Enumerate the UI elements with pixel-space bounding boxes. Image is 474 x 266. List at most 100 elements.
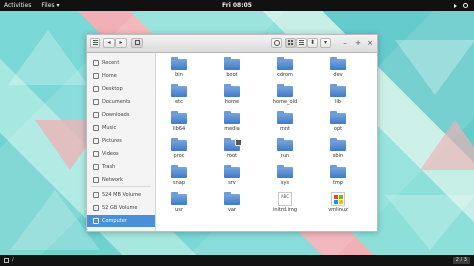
file-item[interactable]: usr xyxy=(159,192,199,216)
sidebar: Recent Home Desktop Documents Downloads Music… xyxy=(87,53,156,231)
list-view-icon xyxy=(299,40,304,45)
file-name: initrd.img xyxy=(272,207,298,213)
view-options-button[interactable]: ▾ xyxy=(320,38,331,48)
file-item[interactable]: etc xyxy=(159,84,199,108)
file-name: tmp xyxy=(332,180,343,186)
desktop-icon xyxy=(93,86,99,92)
folder-icon xyxy=(277,165,293,178)
folder-icon xyxy=(330,111,346,124)
folder-icon xyxy=(224,57,240,70)
file-item[interactable]: snap xyxy=(159,165,199,189)
maximize-button[interactable]: + xyxy=(353,38,363,48)
file-name: dev xyxy=(333,72,343,78)
sidebar-item-downloads[interactable]: Downloads xyxy=(87,109,155,121)
folder-icon xyxy=(171,57,187,70)
folder-icon xyxy=(224,111,240,124)
folder-icon xyxy=(171,84,187,97)
grid-view-button[interactable] xyxy=(285,38,296,48)
list-view-button[interactable] xyxy=(296,38,307,48)
file-item[interactable]: srv xyxy=(212,165,252,189)
sidebar-item-network[interactable]: Network xyxy=(87,174,155,186)
file-name: media xyxy=(224,126,240,132)
activities-button[interactable]: Activities xyxy=(4,0,31,11)
folder-icon xyxy=(277,138,293,151)
file-name: var xyxy=(227,207,237,213)
sidebar-item-videos[interactable]: Videos xyxy=(87,148,155,160)
sidebar-item-pictures[interactable]: Pictures xyxy=(87,135,155,147)
app-menu[interactable]: Files ▾ xyxy=(41,0,59,11)
file-item[interactable]: bin xyxy=(159,57,199,81)
close-button[interactable]: × xyxy=(365,38,375,48)
file-item[interactable]: sbin xyxy=(318,138,358,162)
sidebar-item-music[interactable]: Music xyxy=(87,122,155,134)
wallpaper-shape xyxy=(8,30,88,85)
forward-button[interactable]: ▸ xyxy=(115,38,127,48)
file-item[interactable]: lib xyxy=(318,84,358,108)
taskbar-item[interactable]: / xyxy=(4,255,14,266)
file-name: bin xyxy=(175,72,183,78)
file-item[interactable]: media xyxy=(212,111,252,135)
file-item[interactable]: lib64 xyxy=(159,111,199,135)
downloads-icon xyxy=(93,112,99,118)
sidebar-item-documents[interactable]: Documents xyxy=(87,96,155,108)
sidebar-item-trash[interactable]: Trash xyxy=(87,161,155,173)
file-item[interactable]: home xyxy=(212,84,252,108)
sidebar-item-label: Documents xyxy=(102,99,131,105)
path-bar-button[interactable] xyxy=(131,38,143,48)
path-icon xyxy=(134,40,140,45)
sidebar-item-52-gb-volume[interactable]: 52 GB Volume xyxy=(87,202,155,214)
folder-icon xyxy=(330,57,346,70)
file-name: home_old xyxy=(272,99,298,105)
file-name: srv xyxy=(228,180,236,186)
back-button[interactable]: ◂ xyxy=(103,38,115,48)
document-badge: ABC xyxy=(280,194,290,199)
sidebar-item-label: Desktop xyxy=(102,86,123,92)
file-item[interactable]: proc xyxy=(159,138,199,162)
menu-icon xyxy=(92,40,98,45)
sort-button[interactable]: ⬍ xyxy=(307,38,318,48)
document-icon: ABC xyxy=(278,192,292,206)
file-name: cdrom xyxy=(277,72,293,78)
minimize-button[interactable]: – xyxy=(340,38,350,48)
file-name: opt xyxy=(333,126,343,132)
file-item[interactable]: tmp xyxy=(318,165,358,189)
sidebar-menu-button[interactable] xyxy=(90,38,100,48)
file-item[interactable]: home_old xyxy=(265,84,305,108)
pictures-icon xyxy=(93,138,99,144)
sidebar-item-computer[interactable]: Computer xyxy=(87,215,155,227)
sidebar-item-recent[interactable]: Recent xyxy=(87,57,155,69)
file-name: mnt xyxy=(280,126,290,132)
sidebar-item-label: Home xyxy=(102,73,117,79)
file-item[interactable]: dev xyxy=(318,57,358,81)
file-item[interactable]: cdrom xyxy=(265,57,305,81)
file-item[interactable]: sys xyxy=(265,165,305,189)
file-item[interactable]: ABC initrd.img xyxy=(265,192,305,216)
file-item[interactable]: var xyxy=(212,192,252,216)
file-name: proc xyxy=(173,153,185,159)
sidebar-item-label: Downloads xyxy=(102,112,130,118)
file-item[interactable]: root xyxy=(212,138,252,162)
file-name: root xyxy=(226,153,238,159)
workspace-indicator[interactable]: 2 / 3 xyxy=(452,257,470,264)
folder-icon xyxy=(171,111,187,124)
sidebar-item-desktop[interactable]: Desktop xyxy=(87,83,155,95)
folder-icon xyxy=(171,165,187,178)
file-item[interactable]: run xyxy=(265,138,305,162)
sidebar-item-524-mb-volume[interactable]: 524 MB Volume xyxy=(87,189,155,201)
folder-icon xyxy=(224,138,242,151)
folder-icon xyxy=(224,165,240,178)
folder-icon xyxy=(224,84,240,97)
clock[interactable]: Fri 08:05 xyxy=(222,0,252,11)
chevron-down-icon: ▾ xyxy=(56,2,60,9)
search-icon xyxy=(273,40,280,46)
file-item[interactable]: vmlinuz xyxy=(318,192,358,216)
grid-view-icon xyxy=(288,40,293,45)
file-name: lib64 xyxy=(172,126,186,132)
search-button[interactable] xyxy=(271,38,282,48)
file-item[interactable]: opt xyxy=(318,111,358,135)
file-name: sbin xyxy=(332,153,344,159)
file-item[interactable]: boot xyxy=(212,57,252,81)
status-menu[interactable] xyxy=(454,0,468,11)
file-item[interactable]: mnt xyxy=(265,111,305,135)
sidebar-item-home[interactable]: Home xyxy=(87,70,155,82)
